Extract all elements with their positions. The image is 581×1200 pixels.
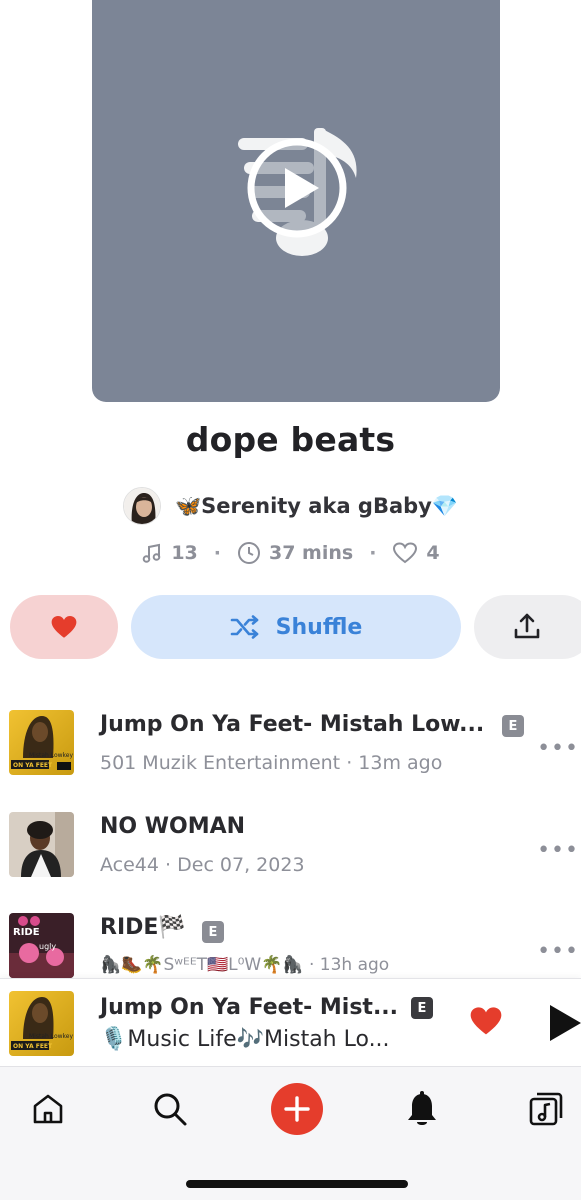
heart-outline-icon (393, 542, 418, 564)
bell-icon (408, 1091, 436, 1125)
track-artwork: Mistah Lowkey ON YA FEET (9, 710, 74, 775)
track-subtitle: Ace44 · Dec 07, 2023 (100, 854, 305, 876)
separator: · (165, 854, 178, 876)
music-note-icon (143, 543, 161, 563)
home-icon (33, 1094, 63, 1124)
separator: · (308, 955, 320, 975)
track-subtitle: 🦍🥾🌴SʷᴱᴱT🇺🇸L⁰W🌴🦍 · 13h ago (100, 955, 389, 975)
now-playing-title: Jump On Ya Feet- Mist... (100, 995, 399, 1020)
likes-count: 4 (426, 542, 440, 564)
nav-notifications[interactable] (400, 1087, 444, 1131)
track-artwork (9, 812, 74, 877)
album-art: Mistah Lowkey ON YA FEET (9, 710, 74, 775)
track-title: RIDE🏁 (100, 915, 186, 940)
explicit-badge: E (202, 921, 224, 943)
play-icon (550, 1005, 581, 1041)
music-note-play-icon (238, 128, 357, 256)
track-count-stat: 13 (141, 542, 198, 564)
track-time: 13m ago (358, 752, 443, 774)
track-time: Dec 07, 2023 (177, 854, 305, 876)
track-artist[interactable]: 501 Muzik Entertainment (100, 752, 340, 774)
share-icon (514, 613, 540, 639)
explicit-badge: E (502, 715, 524, 737)
track-subtitle: 501 Muzik Entertainment · 13m ago (100, 752, 442, 774)
artwork-text: Mistah Lowkey (29, 1033, 73, 1040)
shuffle-icon (230, 615, 258, 639)
now-playing-like-button[interactable] (468, 1005, 504, 1041)
owner-name[interactable]: 🦋Serenity aka gBaby💎 (175, 494, 458, 519)
nav-search[interactable] (148, 1087, 192, 1131)
more-icon: ••• (537, 838, 579, 863)
library-icon (529, 1092, 563, 1126)
playlist-cover[interactable] (92, 0, 500, 402)
avatar-image (124, 488, 160, 524)
home-indicator (186, 1180, 408, 1188)
like-button[interactable] (10, 595, 118, 659)
album-art: RIDE ugly (9, 913, 74, 978)
artwork-text: ON YA FEET (13, 1043, 53, 1050)
play-button[interactable] (548, 1003, 581, 1047)
more-options-button[interactable]: ••• (537, 838, 579, 863)
heart-icon (51, 616, 77, 638)
artwork-text: ugly (39, 942, 56, 951)
duration-stat: 37 mins (237, 541, 353, 565)
plus-icon (284, 1096, 310, 1122)
track-title: NO WOMAN (100, 814, 246, 839)
track-time: 13h ago (319, 955, 390, 975)
shuffle-button[interactable]: Shuffle (131, 595, 461, 659)
clock-icon (238, 542, 260, 564)
album-art (9, 812, 74, 877)
share-button[interactable] (474, 595, 581, 659)
likes-stat: 4 (392, 541, 440, 565)
album-art: Mistah Lowkey ON YA FEET (9, 991, 74, 1056)
more-options-button[interactable]: ••• (537, 736, 579, 761)
track-title: Jump On Ya Feet- Mistah Low... (100, 712, 485, 737)
now-playing-bar[interactable]: Mistah Lowkey ON YA FEET Jump On Ya Feet… (0, 978, 581, 1066)
now-playing-artist: 🎙️Music Life🎶Mistah Lo... (100, 1027, 390, 1052)
playlist-stats: 13 · 37 mins · 4 (0, 538, 581, 568)
separator: · (346, 752, 359, 774)
more-options-button[interactable]: ••• (537, 939, 579, 964)
nav-library[interactable] (524, 1087, 568, 1131)
explicit-badge: E (411, 997, 433, 1019)
artwork-text: Mistah Lowkey (29, 752, 73, 759)
nav-add-button[interactable] (271, 1083, 323, 1135)
nav-home[interactable] (26, 1087, 70, 1131)
separator: · (213, 542, 221, 564)
track-count: 13 (171, 542, 198, 564)
track-row[interactable]: NO WOMAN Ace44 · Dec 07, 2023 ••• (0, 812, 581, 902)
track-row[interactable]: Mistah Lowkey ON YA FEET Jump On Ya Feet… (0, 710, 581, 800)
search-icon (154, 1093, 187, 1126)
separator: · (369, 542, 377, 564)
playlist-title: dope beats (185, 420, 396, 459)
artwork-text: RIDE (13, 927, 40, 938)
owner-row[interactable]: 🦋Serenity aka gBaby💎 (0, 486, 581, 526)
duration: 37 mins (269, 542, 354, 564)
avatar[interactable] (123, 487, 161, 525)
artwork-text: ON YA FEET (13, 762, 53, 769)
shuffle-label: Shuffle (275, 614, 363, 640)
more-icon: ••• (537, 736, 579, 761)
track-artwork: RIDE ugly (9, 913, 74, 978)
heart-icon (470, 1007, 502, 1035)
track-artist[interactable]: Ace44 (100, 854, 159, 876)
more-icon: ••• (537, 939, 579, 964)
now-playing-artwork: Mistah Lowkey ON YA FEET (9, 991, 74, 1056)
track-artist[interactable]: 🦍🥾🌴SʷᴱᴱT🇺🇸L⁰W🌴🦍 (100, 955, 304, 975)
